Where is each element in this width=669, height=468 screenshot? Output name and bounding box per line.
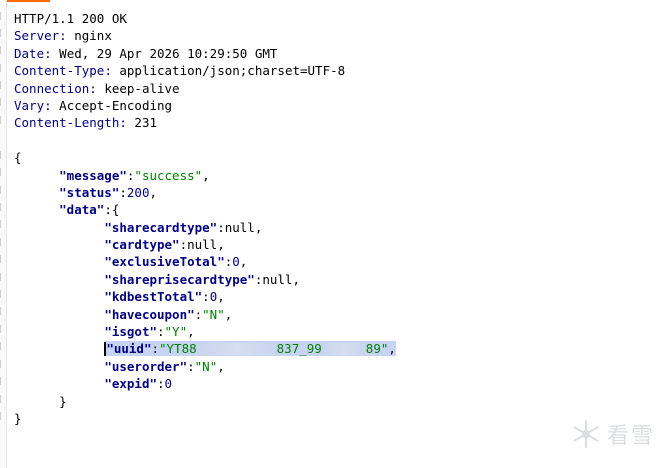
- json-line-isgot: "isgot":"Y",: [104, 324, 195, 340]
- json-value: "N": [194, 358, 218, 374]
- header-value: 231: [134, 115, 157, 131]
- watermark-text: 看雪: [606, 424, 655, 449]
- json-value: 89": [365, 341, 389, 357]
- gutter-marker: [0, 395, 5, 403]
- header-name: Vary: [14, 97, 45, 113]
- gutter-marker: [0, 203, 5, 211]
- header-line-date: Date: Wed, 29 Apr 2026 10:29:50 GMT: [14, 45, 278, 61]
- header-value: application/json;charset=UTF-8: [119, 63, 346, 79]
- header-value: nginx: [74, 28, 112, 44]
- gutter-marker: [0, 307, 5, 315]
- json-key: "sharecardtype": [104, 219, 218, 235]
- header-line-connection: Connection: keep-alive: [14, 80, 180, 96]
- json-value: null: [262, 271, 293, 287]
- brace: {: [111, 202, 120, 218]
- json-value: 0: [164, 376, 173, 392]
- gutter-marker: [0, 238, 5, 246]
- json-value: 837_99: [276, 341, 322, 357]
- json-value: null: [224, 219, 255, 235]
- gutter-marker: [0, 255, 5, 263]
- redaction-mask: [321, 343, 366, 356]
- gutter-marker: [0, 412, 5, 420]
- status-line: HTTP/1.1 200 OK: [14, 10, 669, 27]
- json-value: "success": [134, 167, 203, 183]
- gutter-marker: [0, 377, 5, 385]
- header-name: Content-Type: [14, 63, 105, 79]
- json-value: 200: [126, 184, 150, 200]
- header-name: Content-Length: [14, 115, 120, 131]
- tab-accent-bar: [0, 0, 50, 2]
- json-key: "cardtype": [104, 237, 180, 253]
- header-line-content-length: Content-Length: 231: [14, 115, 157, 131]
- json-value: "YT88: [159, 341, 197, 357]
- json-line-expid: "expid":0: [104, 376, 173, 392]
- json-value: "N": [202, 306, 225, 322]
- json-value: null: [187, 237, 218, 253]
- json-key: "exclusiveTotal": [104, 254, 225, 270]
- header-name: Connection: [14, 80, 90, 96]
- gutter-marker: [0, 290, 5, 298]
- watermark: 看雪: [571, 418, 655, 450]
- gutter-marker: [0, 186, 5, 194]
- header-value: keep-alive: [104, 80, 180, 96]
- snowflake-icon: [573, 420, 599, 448]
- json-key: "isgot": [104, 324, 157, 340]
- json-line-sharecardtype: "sharecardtype":null,: [104, 219, 263, 235]
- gutter-marker: [0, 64, 5, 72]
- gutter-marker: [0, 360, 5, 368]
- json-line-kdbest-total: "kdbestTotal":0,: [104, 289, 225, 305]
- json-line-status: "status":200,: [59, 184, 158, 200]
- json-key: "havecoupon": [104, 306, 195, 322]
- gutter-marker: [0, 81, 5, 89]
- json-key: "status": [59, 184, 120, 200]
- json-line-userorder: "userorder":"N",: [104, 358, 225, 374]
- header-name: Date: [14, 45, 45, 61]
- header-name: Server: [14, 28, 60, 44]
- json-line-cardtype: "cardtype":null,: [104, 237, 225, 253]
- gutter-marker: [0, 220, 5, 228]
- gutter-marker: [0, 116, 5, 124]
- json-data-close: }: [14, 393, 669, 410]
- gutter-marker: [0, 273, 5, 281]
- gutter-marker: [0, 151, 5, 159]
- json-key: "message": [59, 167, 127, 183]
- brace: {: [14, 150, 22, 166]
- gutter-marker: [0, 12, 5, 20]
- gutter-marker: [0, 29, 5, 37]
- header-value: Accept-Encoding: [59, 97, 173, 113]
- selection-highlight[interactable]: "uuid":"YT88 837_99 89",: [104, 341, 396, 357]
- header-line-content-type: Content-Type: application/json;charset=U…: [14, 63, 346, 79]
- json-key: "userorder": [104, 358, 188, 374]
- response-editor[interactable]: HTTP/1.1 200 OK Server: nginx Date: Wed,…: [14, 10, 669, 427]
- json-line-message: "message":"success",: [59, 167, 210, 183]
- json-key: "expid": [104, 376, 157, 392]
- status-line-text: HTTP/1.1 200 OK: [14, 11, 127, 26]
- json-open: {: [14, 149, 669, 166]
- json-key: "data": [59, 202, 105, 218]
- brace: }: [14, 410, 22, 426]
- gutter-marker: [0, 46, 5, 54]
- header-line-server: Server: nginx: [14, 28, 112, 44]
- json-value: 0: [232, 254, 240, 270]
- gutter-marker: [0, 168, 5, 176]
- json-line-shareprisecardtype: "shareprisecardtype":null,: [104, 271, 300, 287]
- redaction-mask: [196, 343, 277, 356]
- json-line-uuid: "uuid":"YT88 837_99 89",: [14, 340, 669, 357]
- editor-gutter: [0, 0, 7, 468]
- json-key: "shareprisecardtype": [104, 271, 255, 287]
- json-key: "kdbestTotal": [104, 289, 203, 305]
- gutter-marker: [0, 342, 5, 350]
- gutter-marker: [0, 325, 5, 333]
- json-value: "Y": [164, 324, 188, 340]
- json-line-havecoupon: "havecoupon":"N",: [104, 306, 233, 322]
- json-line-exclusive-total: "exclusiveTotal":0,: [104, 254, 248, 270]
- gutter-marker: [0, 98, 5, 106]
- json-line-data: "data":{: [59, 202, 120, 218]
- header-value: Wed, 29 Apr 2026 10:29:50 GMT: [59, 45, 278, 61]
- brace: }: [59, 393, 67, 409]
- json-key: "uuid": [106, 341, 152, 357]
- header-line-vary: Vary: Accept-Encoding: [14, 97, 173, 113]
